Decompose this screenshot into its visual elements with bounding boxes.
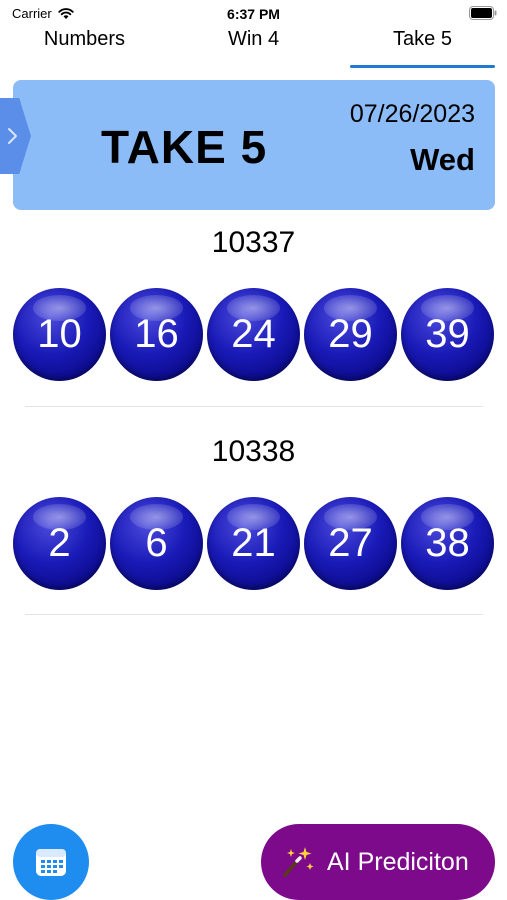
draw-date: 07/26/2023 <box>349 100 475 128</box>
calendar-button[interactable] <box>13 824 89 900</box>
lottery-ball: 6 <box>110 497 203 590</box>
divider <box>25 614 483 615</box>
lottery-ball: 27 <box>304 497 397 590</box>
status-time: 6:37 PM <box>227 6 280 22</box>
draw-day: Wed <box>410 142 475 177</box>
lottery-ball: 16 <box>110 288 203 381</box>
battery-icon <box>469 6 497 20</box>
lottery-ball: 10 <box>13 288 106 381</box>
draw-number: 10337 <box>211 226 296 259</box>
ball-row: 2 6 21 27 38 <box>13 497 497 593</box>
calendar-icon <box>36 849 66 876</box>
tab-bar: Numbers Win 4 Take 5 <box>0 26 507 68</box>
lottery-ball: 21 <box>207 497 300 590</box>
status-bar: Carrier 6:37 PM <box>0 0 507 26</box>
ai-prediction-label: AI Prediciton <box>327 847 469 876</box>
lottery-ball: 2 <box>13 497 106 590</box>
tab-win-4[interactable]: Win 4 <box>169 26 338 68</box>
ball-row: 10 16 24 29 39 <box>13 288 497 384</box>
draw-number: 10338 <box>211 435 296 468</box>
lottery-ball: 24 <box>207 288 300 381</box>
lottery-ball: 29 <box>304 288 397 381</box>
ai-prediction-button[interactable]: AI Prediciton <box>261 824 495 900</box>
tab-take-5[interactable]: Take 5 <box>338 26 507 68</box>
chevron-right-icon <box>8 128 17 144</box>
lottery-ball: 39 <box>401 288 494 381</box>
lottery-ball: 38 <box>401 497 494 590</box>
divider <box>25 406 483 407</box>
magic-wand-icon <box>283 847 314 877</box>
game-title: TAKE 5 <box>101 121 268 173</box>
tab-numbers[interactable]: Numbers <box>0 26 169 68</box>
game-header-card: TAKE 5 07/26/2023 Wed <box>13 80 495 210</box>
